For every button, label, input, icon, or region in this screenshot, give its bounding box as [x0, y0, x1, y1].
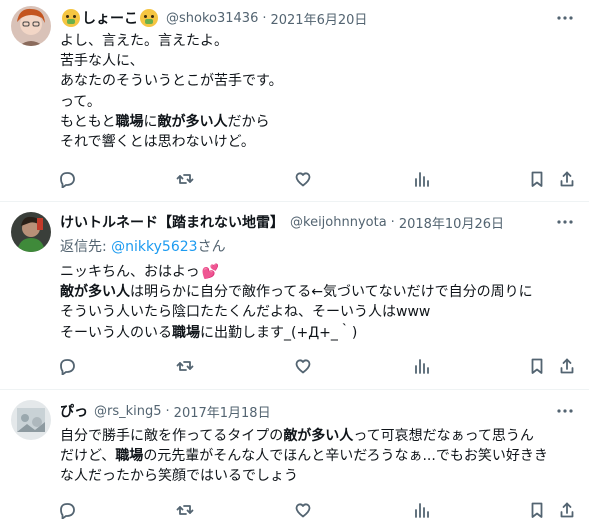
tweet-header: けいトルネード【踏まれない地雷】 @keijohnnyota · 2018年10… [60, 212, 504, 232]
avatar[interactable] [11, 400, 51, 440]
text-segment: 苦手な人に、 [60, 53, 144, 70]
tweet-text-line: よし、言えた。言えたよ。 [60, 31, 580, 51]
tweet-date[interactable]: 2017年1月18日 [174, 402, 271, 421]
more-icon[interactable] [555, 212, 575, 232]
display-name[interactable]: しょーこ [60, 8, 160, 28]
tweet-text-line: な人だったから笑顔ではいるでしょう [60, 466, 580, 486]
text-segment: って可哀想だなぁって思うん [353, 428, 534, 444]
user-handle[interactable]: @rs_king5 [94, 404, 162, 419]
reply-icon[interactable] [57, 169, 77, 189]
reply-icon[interactable] [57, 500, 77, 520]
tweet-text-line: だけど、職場の元先輩がそんな人でほんと辛いだろうなぁ...でもお笑い好きき [60, 446, 580, 466]
tweet-text-line: 敵が多い人は明らかに自分で敵作ってる←気づいてないだけで自分の周りに [60, 282, 580, 302]
tweet-text-line: 自分で勝手に敵を作ってるタイプの敵が多い人って可哀想だなぁって思うん [60, 426, 580, 446]
tweet-text-line: そーいう人のいる職場に出勤します_(+Д+_｀) [60, 323, 580, 343]
tweet[interactable]: ぴっ @rs_king5 · 2017年1月18日 自分で勝手に敵を作ってるタイ… [0, 390, 589, 532]
text-segment: に [143, 113, 158, 130]
retweet-icon[interactable] [175, 169, 195, 189]
share-icon[interactable] [557, 169, 577, 189]
tweet-header: ぴっ @rs_king5 · 2017年1月18日 [60, 401, 271, 421]
tweet-text-line: って。 [60, 92, 580, 112]
user-handle[interactable]: @keijohnnyota [290, 215, 387, 230]
text-segment: 自分で勝手に敵を作ってるタイプの [60, 428, 284, 444]
retweet-icon[interactable] [175, 500, 195, 520]
text-segment: な人だったから笑顔ではいるでしょう [60, 468, 298, 485]
text-segment: よし、言えた。言えたよ。 [60, 33, 228, 49]
text-segment: もともと [60, 113, 116, 130]
tweet-date[interactable]: 2018年10月26日 [399, 213, 504, 232]
reply-context: 返信先: @nikky5623さん [60, 239, 226, 255]
more-icon[interactable] [555, 401, 575, 421]
retweet-icon[interactable] [175, 356, 195, 376]
text-segment: の元先輩がそんな人でほんと辛いだろうなぁ...でもお笑い好きき [143, 448, 548, 465]
separator-dot: · [262, 10, 267, 26]
nauseated-face-icon [62, 9, 80, 27]
tweet[interactable]: けいトルネード【踏まれない地雷】 @keijohnnyota · 2018年10… [0, 202, 589, 390]
bookmark-icon[interactable] [527, 169, 547, 189]
nauseated-face-icon [140, 9, 158, 27]
bookmark-icon[interactable] [527, 356, 547, 376]
separator-dot: · [165, 403, 170, 419]
tweet-text: 自分で勝手に敵を作ってるタイプの敵が多い人って可哀想だなぁって思うん だけど、職場… [60, 426, 580, 487]
text-segment: そーいう人のいる [60, 324, 172, 341]
reply-icon[interactable] [57, 356, 77, 376]
views-icon[interactable] [411, 169, 431, 189]
tweet-header: しょーこ @shoko31436 · 2021年6月20日 [60, 8, 367, 28]
bookmark-icon[interactable] [527, 500, 547, 520]
highlighted-keyword: 職場 [172, 324, 200, 341]
user-handle[interactable]: @shoko31436 [166, 11, 258, 26]
tweet-text-line: それで響くとは思わないけど。 [60, 132, 580, 152]
heart-icon[interactable] [293, 500, 313, 520]
share-icon[interactable] [557, 356, 577, 376]
text-segment: だけど、 [60, 448, 116, 465]
tweet-actions [0, 500, 589, 520]
tweet-text: ニッキちん、おはよっ 💕 敵が多い人は明らかに自分で敵作ってる←気づいてないだけで自… [60, 262, 580, 343]
text-segment: って。 [60, 93, 101, 110]
tweet-actions [0, 169, 589, 189]
views-icon[interactable] [411, 500, 431, 520]
text-segment: に出勤します_(+Д+_｀) [200, 324, 358, 341]
highlighted-keyword: 敵が多い人 [60, 284, 130, 301]
highlighted-keyword: 敵が多い人 [283, 428, 354, 444]
avatar[interactable] [11, 6, 51, 46]
tweet-actions [0, 356, 589, 376]
display-name[interactable]: けいトルネード【踏まれない地雷】 [60, 212, 284, 232]
text-segment: そういう人いたら陰口たたくんだよね、そーいう人はwww [60, 304, 431, 321]
avatar[interactable] [11, 212, 51, 252]
text-segment: あなたのそういうとこが苦手です。 [60, 73, 283, 90]
separator-dot: · [390, 214, 395, 230]
text-segment: は明らかに自分で敵作ってる←気づいてないだけで自分の周りに [130, 284, 533, 301]
heart-icon[interactable] [293, 356, 313, 376]
tweet-text-line: もともと職場に敵が多い人だから [60, 112, 580, 132]
views-icon[interactable] [411, 356, 431, 376]
tweet-text: よし、言えた。言えたよ。 苦手な人に、あなたのそういうとこが苦手です。 って。もとも… [60, 31, 580, 152]
text-segment: それで響くとは思わないけど。 [60, 134, 255, 151]
tweet-text-line: ニッキちん、おはよっ 💕 [60, 262, 580, 282]
heart-emoji-icon: 💕 [201, 264, 220, 280]
more-icon[interactable] [555, 8, 575, 28]
text-segment: ニッキちん、おはよっ [60, 264, 200, 280]
tweet-text-line: あなたのそういうとこが苦手です。 [60, 71, 580, 91]
tweet-date[interactable]: 2021年6月20日 [270, 9, 367, 28]
tweet[interactable]: しょーこ @shoko31436 · 2021年6月20日 よし、言えた。言えた… [0, 0, 589, 202]
display-name[interactable]: ぴっ [60, 401, 88, 421]
tweet-text-line: そういう人いたら陰口たたくんだよね、そーいう人はwww [60, 302, 580, 322]
share-icon[interactable] [557, 500, 577, 520]
text-segment: だから [227, 113, 270, 130]
highlighted-keyword: 職場 [115, 448, 144, 465]
highlighted-keyword: 敵が多い人 [157, 113, 228, 130]
tweet-text-line: 苦手な人に、 [60, 51, 580, 71]
heart-icon[interactable] [293, 169, 313, 189]
reply-mention-link[interactable]: @nikky5623 [111, 239, 197, 255]
highlighted-keyword: 職場 [115, 113, 144, 130]
